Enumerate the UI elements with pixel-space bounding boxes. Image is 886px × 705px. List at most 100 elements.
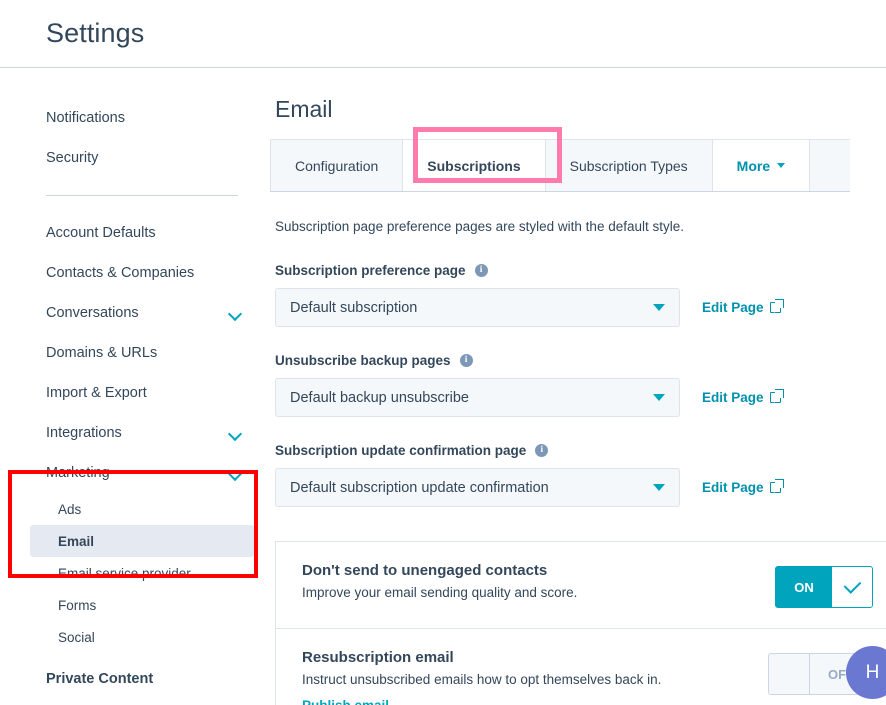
panel-description: Subscription page preference pages are s… — [275, 219, 886, 234]
field-subscription-update-confirmation-page: Subscription update confirmation page i … — [275, 443, 886, 507]
sidebar-item-label: Contacts & Companies — [46, 265, 194, 281]
page-title: Settings — [46, 18, 144, 49]
field-label-text: Subscription preference page — [275, 263, 466, 278]
sidebar-item-label: Domains & URLs — [46, 345, 157, 361]
sidebar-item-label: Marketing — [46, 465, 110, 481]
external-link-icon — [770, 392, 781, 403]
field-label-text: Unsubscribe backup pages — [275, 353, 451, 368]
section-title: Email — [275, 96, 886, 123]
sidebar-item-account-defaults[interactable]: Account Defaults — [0, 213, 270, 253]
edit-page-link[interactable]: Edit Page — [702, 300, 781, 315]
field-unsubscribe-backup-pages: Unsubscribe backup pages i Default backu… — [275, 353, 886, 417]
unsubscribe-backup-pages-select[interactable]: Default backup unsubscribe — [275, 378, 680, 417]
sidebar-item-email[interactable]: Email — [30, 525, 254, 557]
select-value: Default subscription — [290, 300, 417, 316]
settings-sidebar: Notifications Security Account Defaults … — [0, 68, 270, 705]
field-subscription-preference-page: Subscription preference page i Default s… — [275, 263, 886, 327]
card-subtitle: Instruct unsubscribed emails how to opt … — [302, 672, 661, 687]
sidebar-item-label: Email service provider — [58, 566, 191, 581]
edit-page-link[interactable]: Edit Page — [702, 390, 781, 405]
field-row: Default subscription update confirmation… — [275, 468, 886, 507]
chevron-down-icon[interactable] — [229, 467, 242, 480]
sidebar-item-label: Private Content — [46, 671, 153, 687]
sidebar-item-conversations[interactable]: Conversations — [0, 293, 270, 333]
toggle-knob — [769, 654, 810, 694]
sidebar-item-security[interactable]: Security — [0, 138, 270, 178]
card-subtitle: Improve your email sending quality and s… — [302, 585, 577, 600]
info-icon[interactable]: i — [460, 354, 473, 367]
subscriptions-panel: Subscription page preference pages are s… — [270, 219, 886, 705]
field-label: Subscription preference page i — [275, 263, 886, 278]
sidebar-item-label: Account Defaults — [46, 225, 156, 241]
edit-page-label: Edit Page — [702, 300, 764, 315]
sidebar-item-notifications[interactable]: Notifications — [0, 98, 270, 138]
tab-subscriptions[interactable]: Subscriptions — [403, 140, 545, 191]
card-text: Resubscription email Instruct unsubscrib… — [302, 649, 661, 705]
sidebar-item-marketing[interactable]: Marketing — [0, 453, 270, 493]
sidebar-item-label: Conversations — [46, 305, 139, 321]
sidebar-item-forms[interactable]: Forms — [0, 589, 270, 621]
sidebar-item-label: Import & Export — [46, 385, 147, 401]
toggle-dont-send-unengaged[interactable]: ON — [775, 566, 873, 608]
subscription-update-confirmation-select[interactable]: Default subscription update confirmation — [275, 468, 680, 507]
info-icon[interactable]: i — [535, 444, 548, 457]
external-link-icon — [770, 302, 781, 313]
sidebar-item-label: Ads — [58, 502, 81, 517]
card-title: Don't send to unengaged contacts — [302, 562, 577, 579]
caret-down-icon — [653, 304, 665, 311]
sidebar-item-social[interactable]: Social — [0, 621, 270, 653]
field-label: Subscription update confirmation page i — [275, 443, 886, 458]
field-label-text: Subscription update confirmation page — [275, 443, 526, 458]
sidebar-item-label: Email — [58, 534, 94, 549]
sidebar-item-label: Notifications — [46, 110, 125, 126]
sidebar-item-email-service-provider[interactable]: Email service provider — [0, 557, 270, 589]
tab-label: Subscription Types — [570, 158, 688, 174]
page-body: Notifications Security Account Defaults … — [0, 68, 886, 705]
info-icon[interactable]: i — [475, 264, 488, 277]
subscription-preference-page-select[interactable]: Default subscription — [275, 288, 680, 327]
toggle-knob — [832, 567, 872, 607]
edit-page-link[interactable]: Edit Page — [702, 480, 781, 495]
sidebar-item-label: Forms — [58, 598, 96, 613]
card-title: Resubscription email — [302, 649, 661, 666]
app-header: Settings — [0, 0, 886, 68]
tab-subscription-types[interactable]: Subscription Types — [546, 140, 713, 191]
caret-down-icon — [653, 394, 665, 401]
check-icon — [843, 576, 861, 594]
sidebar-divider — [46, 195, 238, 196]
edit-page-label: Edit Page — [702, 390, 764, 405]
card-text: Don't send to unengaged contacts Improve… — [302, 562, 577, 600]
tab-label: More — [737, 158, 770, 174]
tab-configuration[interactable]: Configuration — [270, 140, 403, 191]
tab-bar: Configuration Subscriptions Subscription… — [270, 139, 850, 192]
select-value: Default subscription update confirmation — [290, 480, 549, 496]
sidebar-item-label: Security — [46, 150, 98, 166]
card-resubscription-email: Resubscription email Instruct unsubscrib… — [276, 629, 886, 705]
sidebar-item-private-content[interactable]: Private Content — [0, 659, 270, 699]
tab-more-dropdown[interactable]: More — [713, 140, 810, 191]
publish-email-link[interactable]: Publish email — [302, 698, 389, 705]
caret-down-icon — [653, 484, 665, 491]
tab-label: Configuration — [295, 158, 378, 174]
sidebar-item-ads[interactable]: Ads — [0, 493, 270, 525]
caret-down-icon — [777, 163, 785, 168]
chevron-down-icon[interactable] — [229, 307, 242, 320]
field-row: Default subscription Edit Page — [275, 288, 886, 327]
sidebar-item-label: Social — [58, 630, 95, 645]
sidebar-item-label: Integrations — [46, 425, 122, 441]
toggle-state-label: ON — [776, 567, 832, 607]
tab-label: Subscriptions — [427, 158, 520, 174]
field-row: Default backup unsubscribe Edit Page — [275, 378, 886, 417]
edit-page-label: Edit Page — [702, 480, 764, 495]
sidebar-item-integrations[interactable]: Integrations — [0, 413, 270, 453]
chevron-down-icon[interactable] — [229, 427, 242, 440]
sidebar-item-contacts-companies[interactable]: Contacts & Companies — [0, 253, 270, 293]
sidebar-item-import-export[interactable]: Import & Export — [0, 373, 270, 413]
card-dont-send-unengaged: Don't send to unengaged contacts Improve… — [276, 542, 886, 629]
sidebar-item-domains-urls[interactable]: Domains & URLs — [0, 333, 270, 373]
field-label: Unsubscribe backup pages i — [275, 353, 886, 368]
main-content: Email Configuration Subscriptions Subscr… — [270, 68, 886, 705]
external-link-icon — [770, 482, 781, 493]
settings-cards: Don't send to unengaged contacts Improve… — [275, 541, 886, 705]
select-value: Default backup unsubscribe — [290, 390, 469, 406]
